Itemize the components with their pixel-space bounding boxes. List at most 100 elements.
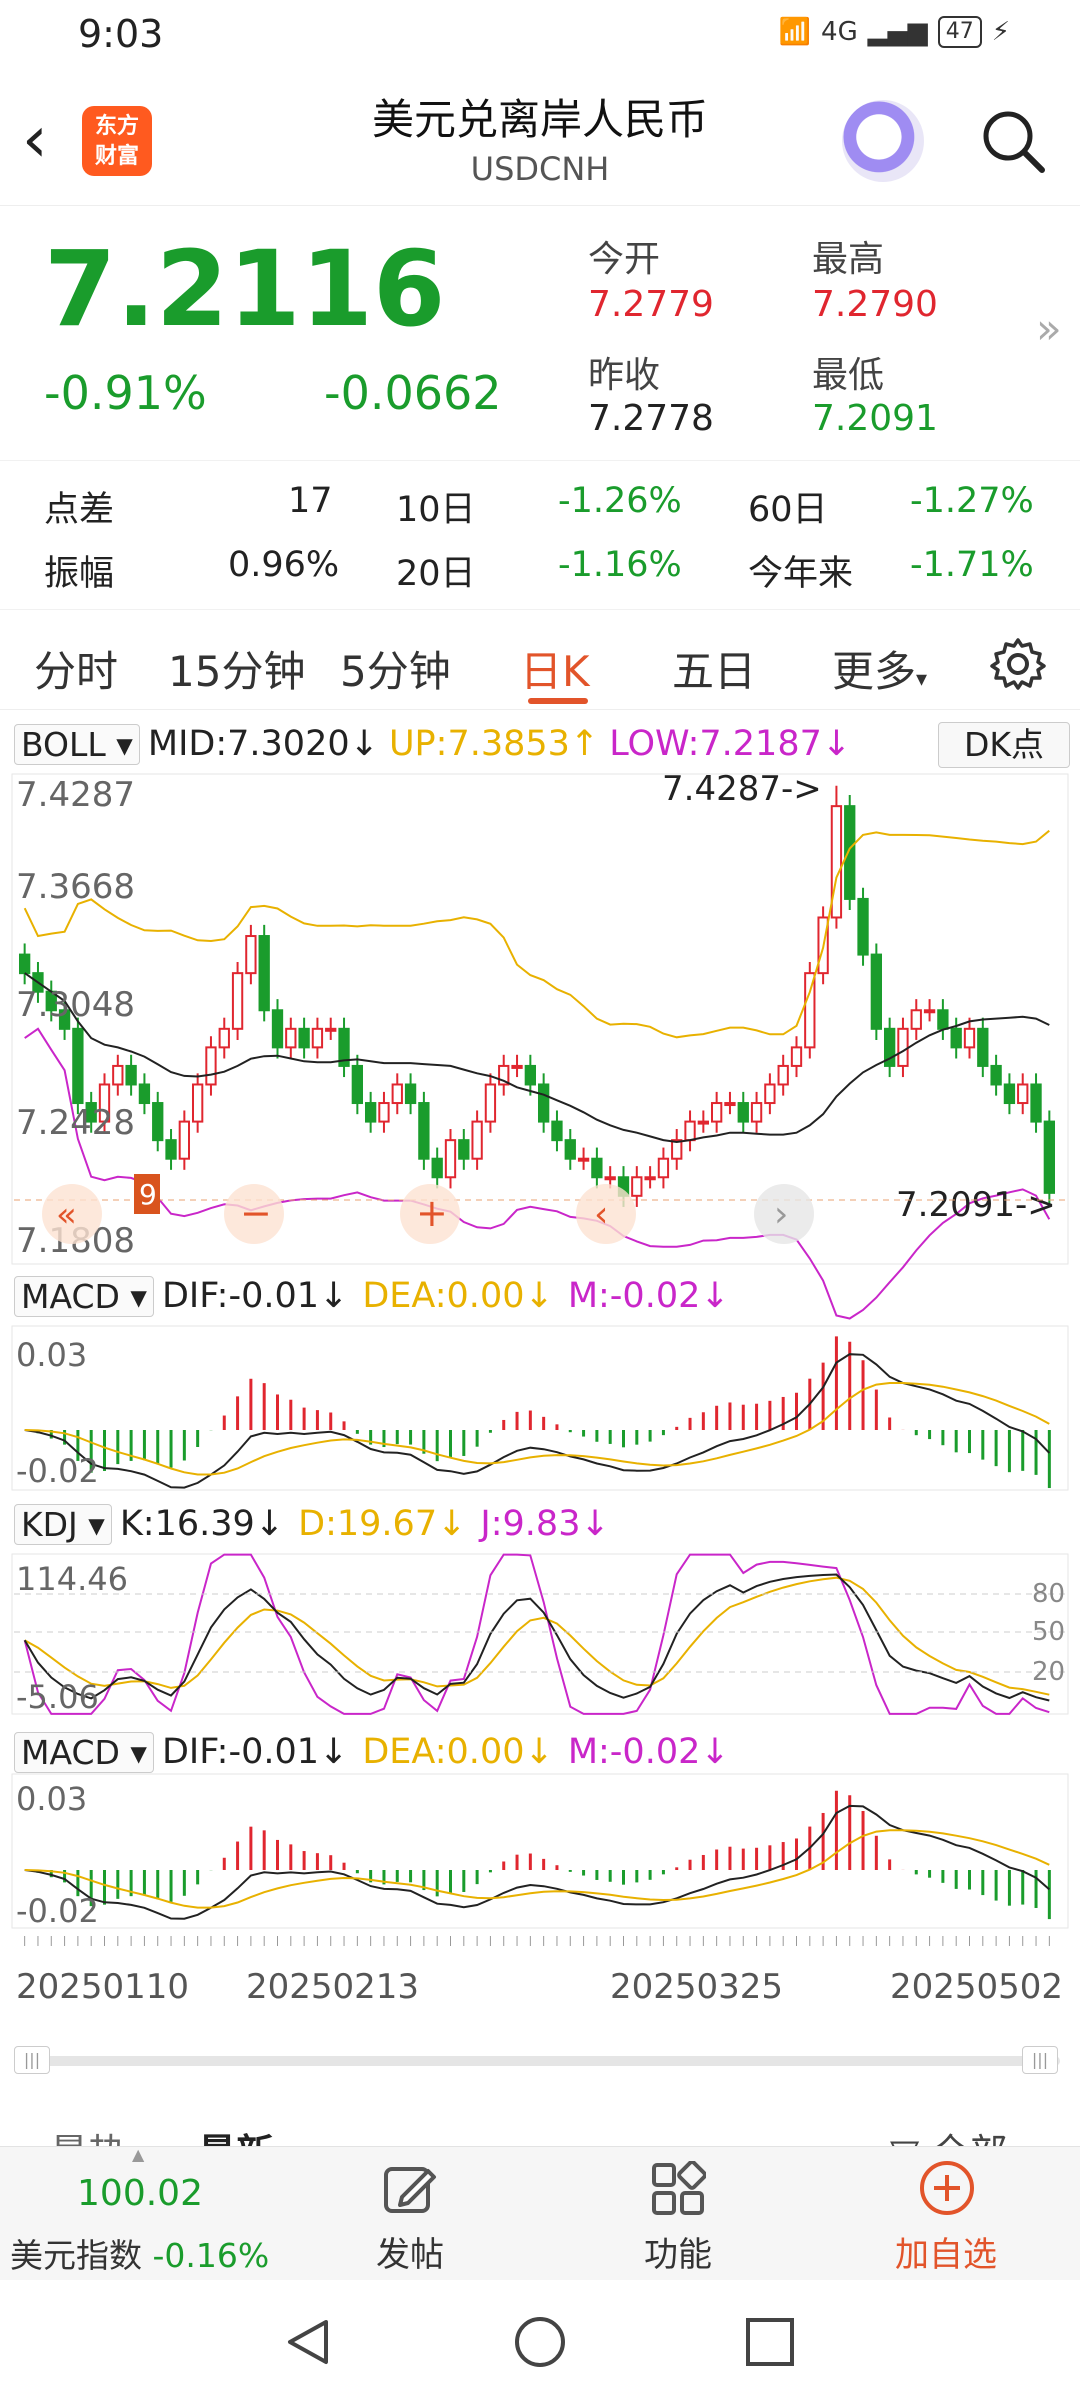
- candle-body: [644, 1176, 656, 1181]
- kdj-selector[interactable]: KDJ ▾: [14, 1503, 112, 1545]
- period-tabs: 分时 15分钟 5分钟 日K 五日 更多▾: [0, 620, 1080, 710]
- function-button[interactable]: 功能: [588, 2147, 768, 2281]
- dk-point-button[interactable]: DK点: [938, 722, 1070, 768]
- down-arrow-icon: ↓: [700, 1276, 730, 1316]
- candle-body: [684, 1120, 696, 1142]
- kdj-d: D:19.67: [298, 1504, 438, 1544]
- kdj-k: K:16.39: [119, 1504, 255, 1544]
- macd-header: MACD ▾ DIF:-0.01 ↓ DEA:0.00 ↓ M:-0.02 ↓: [14, 1274, 730, 1318]
- candle-body: [112, 1064, 124, 1086]
- tab-more[interactable]: 更多▾: [832, 638, 927, 699]
- kdj-header: KDJ ▾ K:16.39 ↓ D:19.67 ↓ J:9.83 ↓: [14, 1502, 610, 1546]
- boll-lines-group: [23, 829, 1051, 1320]
- change-value: -0.0662: [324, 366, 502, 420]
- candle-body: [258, 935, 270, 1012]
- candle-body: [790, 1046, 803, 1067]
- candle-body: [418, 1102, 430, 1160]
- filter-all[interactable]: ▽ 全部: [890, 2122, 1007, 2146]
- candle-body: [351, 1064, 364, 1105]
- plus-circle-icon: [920, 2161, 974, 2215]
- tab-hot[interactable]: 最热: [50, 2122, 126, 2146]
- macd2-y-label: -0.02: [16, 1892, 99, 1930]
- candle-body: [325, 1027, 337, 1032]
- kline-chart[interactable]: 7.4287 7.3668 7.3048 7.2428 7.1808 7.428…: [0, 770, 1080, 2040]
- macd2-dif: DIF:-0.01: [161, 1732, 320, 1772]
- macd2-panel-frame: [11, 1773, 1069, 1929]
- post-button[interactable]: 发帖: [320, 2147, 500, 2281]
- candle-body: [937, 1009, 949, 1030]
- slider-right-handle[interactable]: |||: [1022, 2046, 1058, 2074]
- system-nav-bar: [0, 2280, 1080, 2400]
- high-label: 最高: [812, 239, 885, 280]
- candle-body: [537, 1083, 550, 1123]
- boll-y-label: 7.3048: [16, 985, 135, 1025]
- boll-selector[interactable]: BOLL ▾: [14, 723, 140, 765]
- index-name: 美元指数: [10, 2236, 142, 2275]
- candle-body: [511, 1064, 523, 1069]
- tab-5min[interactable]: 5分钟: [340, 638, 451, 699]
- x-date-label: 20250325: [610, 1967, 783, 2007]
- candle-body: [844, 805, 856, 900]
- network-type: 4G: [821, 17, 858, 47]
- gear-icon[interactable]: [990, 636, 1046, 692]
- down-arrow-icon: ↓: [524, 1276, 554, 1316]
- charging-icon: ⚡: [991, 17, 1010, 47]
- quote-panel: 7.2116 -0.91% -0.0662 今开 7.2779 昨收 7.277…: [0, 206, 1080, 456]
- macd2-m: M:-0.02: [567, 1732, 701, 1772]
- dk-label: DK点: [963, 725, 1045, 764]
- dollar-index-widget[interactable]: ▲ 100.02 美元指数 -0.16%: [0, 2145, 280, 2281]
- index-change: -0.16%: [152, 2236, 270, 2275]
- x-date-label: 20250502: [890, 1967, 1063, 2007]
- down-arrow-icon: ↓: [580, 1504, 610, 1544]
- assistant-robot-icon[interactable]: [842, 100, 924, 182]
- candle-body: [165, 1139, 177, 1160]
- macd-y-label: 0.03: [16, 1336, 87, 1374]
- function-label: 功能: [644, 2235, 712, 2275]
- boll-header: BOLL ▾ MID:7.3020 ↓ UP:7.3853 ↑ LOW:7.2187…: [14, 722, 851, 766]
- low-value: 7.2091: [812, 398, 938, 439]
- macd-selector[interactable]: MACD ▾: [14, 1275, 154, 1317]
- grid-icon: [652, 2161, 706, 2215]
- macd-dif-line: [24, 1353, 1051, 1489]
- candle-body: [737, 1102, 749, 1123]
- down-arrow-icon: ↓: [349, 724, 379, 764]
- candle-body: [245, 935, 257, 975]
- boll-low: LOW:7.2187: [609, 724, 822, 764]
- index-line: 美元指数 -0.16%: [10, 2229, 269, 2277]
- nav-back-icon[interactable]: [282, 2316, 334, 2368]
- candle-body: [125, 1064, 137, 1086]
- bottom-toolbar: ▲ 100.02 美元指数 -0.16% 发帖 功能 加自选: [0, 2145, 1080, 2281]
- candle-body: [391, 1083, 403, 1105]
- macd2-bars-group: [24, 1790, 1051, 1920]
- range-slider[interactable]: ||| |||: [14, 2042, 1060, 2078]
- candle-body: [950, 1027, 962, 1049]
- macd-dea: DEA:0.00: [362, 1276, 525, 1316]
- current-price: 7.2116: [44, 228, 446, 350]
- nav-recents-icon[interactable]: [744, 2316, 796, 2368]
- candle-body: [138, 1083, 151, 1105]
- macd-bars-group: [24, 1336, 1051, 1489]
- candle-body: [484, 1083, 497, 1123]
- nav-home-icon[interactable]: [512, 2314, 568, 2370]
- app-header: ‹ 东方 财富 美元兑离岸人民币 USDCNH: [0, 70, 1080, 206]
- candle-body: [1043, 1120, 1056, 1194]
- tab-latest[interactable]: 最新: [198, 2122, 274, 2146]
- spread-value: 17: [288, 481, 333, 521]
- slider-left-handle[interactable]: |||: [14, 2046, 50, 2074]
- tab-intraday[interactable]: 分时: [34, 638, 118, 699]
- tab-five-day[interactable]: 五日: [672, 638, 756, 699]
- tab-15min[interactable]: 15分钟: [168, 638, 305, 699]
- active-tab-indicator: [528, 698, 588, 704]
- minus-icon: −: [240, 1191, 272, 1235]
- tab-daily-k[interactable]: 日K: [520, 638, 590, 699]
- macd2-selector[interactable]: MACD ▾: [14, 1731, 154, 1773]
- kdj-name: KDJ: [21, 1504, 78, 1544]
- filter-all-label: 全部: [931, 2131, 1007, 2146]
- comment-tabs: 最热 最新 ▽ 全部: [0, 2110, 1080, 2146]
- open-label: 今开: [588, 239, 661, 280]
- search-icon[interactable]: [978, 106, 1048, 176]
- prev-close-label: 昨收: [588, 355, 661, 396]
- add-watchlist-button[interactable]: 加自选: [856, 2147, 1036, 2281]
- candle-body: [18, 953, 31, 975]
- expand-chevron-icon[interactable]: »: [1036, 304, 1062, 353]
